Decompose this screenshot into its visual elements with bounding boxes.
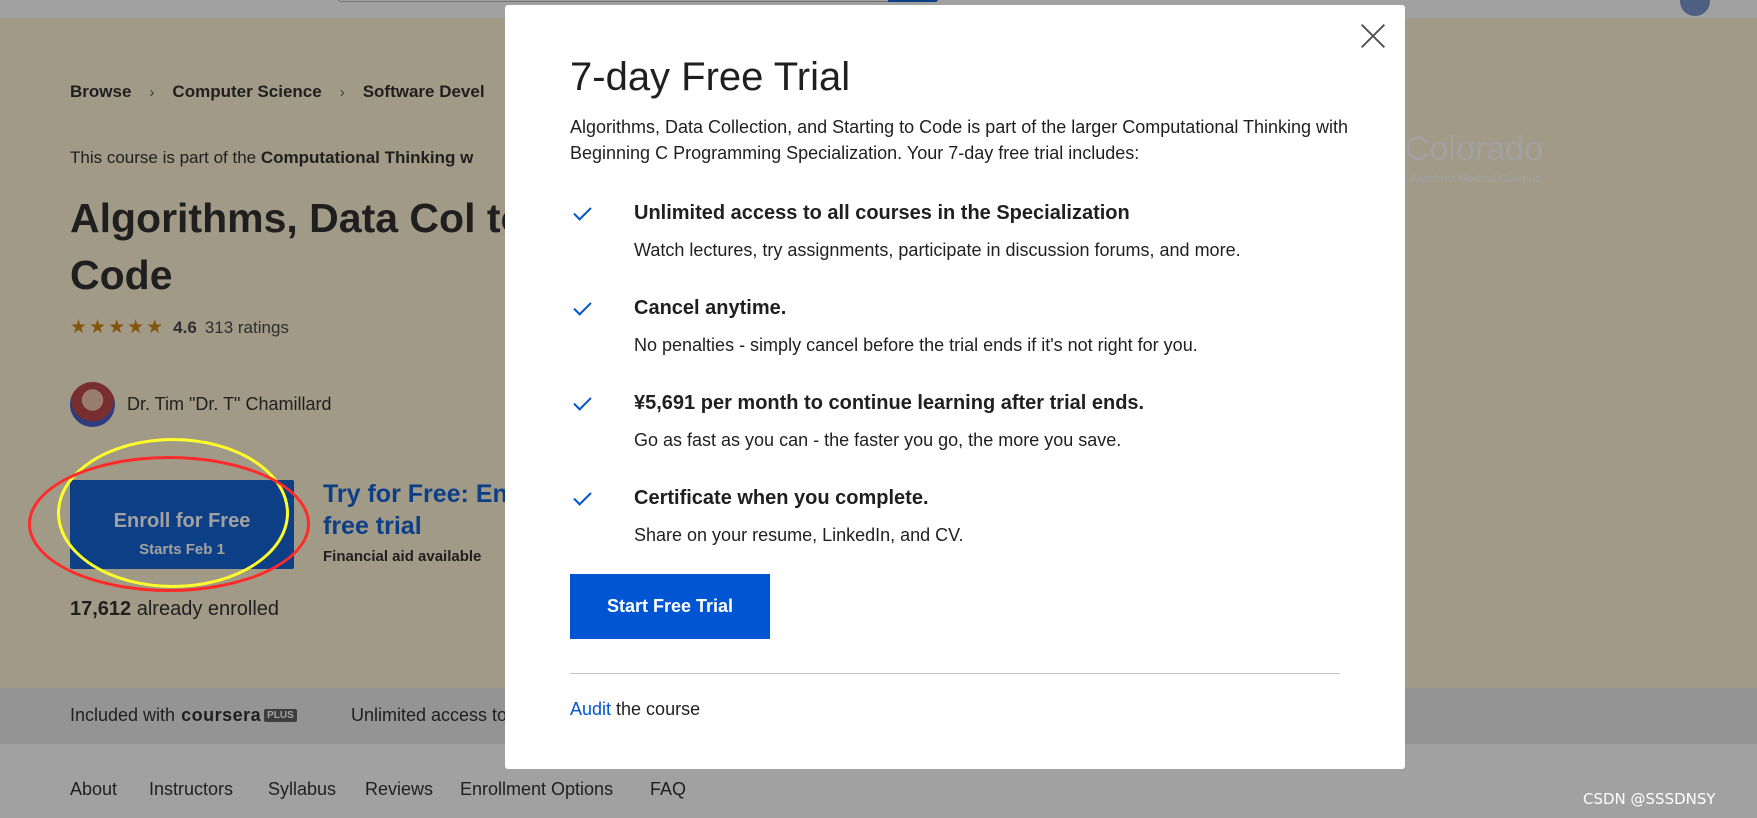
audit-suffix: the course [611,699,701,719]
benefit-description: Share on your resume, LinkedIn, and CV. [634,525,964,545]
benefit-title: ¥5,691 per month to continue learning af… [634,392,1145,414]
watermark: CSDN @SSSDNSY [1583,790,1716,808]
check-icon [574,204,594,224]
benefit-description: Watch lectures, try assignments, partici… [634,240,1241,260]
check-icon [574,299,594,319]
modal-title: 7-day Free Trial [570,55,851,99]
start-free-trial-button[interactable]: Start Free Trial [570,574,770,639]
benefit-title: Cancel anytime. [634,297,787,319]
benefit-title: Unlimited access to all courses in the S… [634,202,1130,224]
modal-description: Algorithms, Data Collection, and Startin… [570,117,1349,163]
modal-divider [570,673,1340,674]
check-icon [574,394,594,414]
audit-row: Audit the course [570,699,700,720]
benefit-description: No penalties - simply cancel before the … [634,335,1198,355]
benefit-title: Certificate when you complete. [634,487,929,509]
check-icon [574,489,594,509]
free-trial-modal: 7-day Free Trial Algorithms, Data Collec… [505,5,1405,769]
close-icon[interactable] [1358,21,1388,51]
red-annotation-ellipse [28,456,310,592]
benefit-description: Go as fast as you can - the faster you g… [634,430,1122,450]
audit-link[interactable]: Audit [570,699,611,719]
